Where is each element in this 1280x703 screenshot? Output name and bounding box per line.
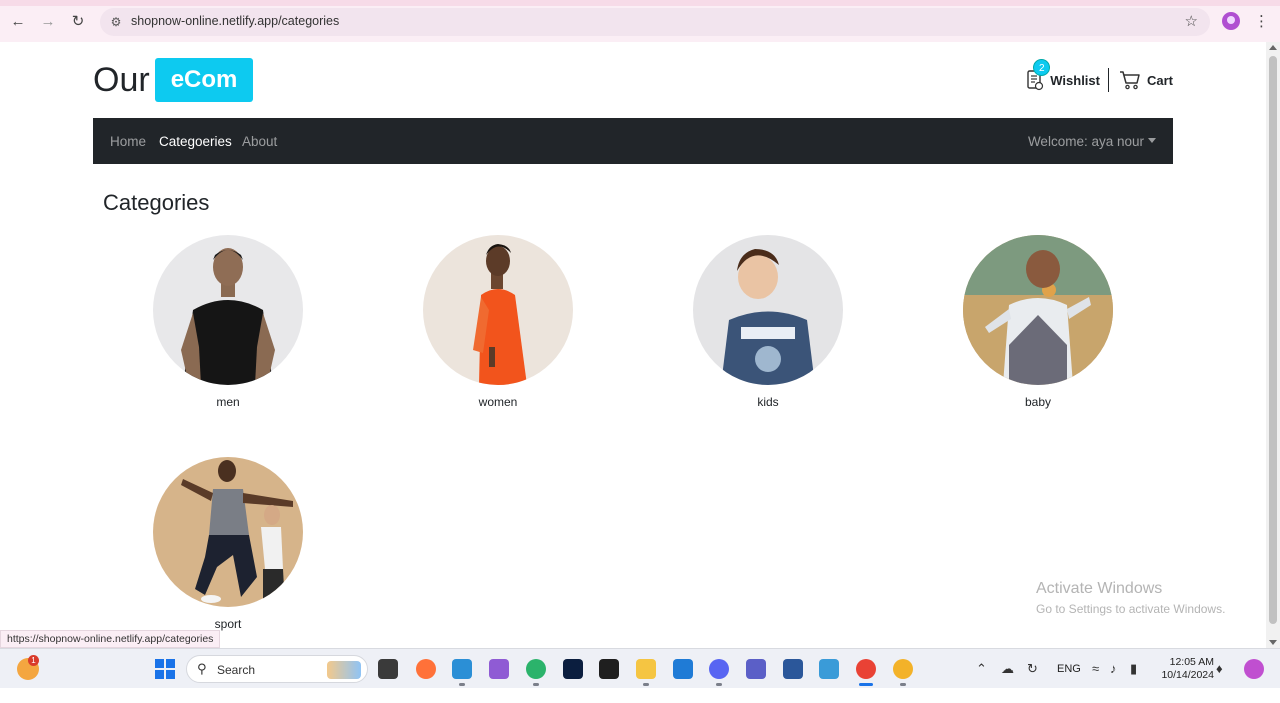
- running-indicator: [716, 683, 722, 686]
- category-image-kids[interactable]: [693, 235, 843, 385]
- scroll-up-icon[interactable]: [1269, 45, 1277, 50]
- category-image-men[interactable]: [153, 235, 303, 385]
- copilot-icon[interactable]: [1244, 659, 1264, 679]
- running-indicator: [459, 683, 465, 686]
- category-label[interactable]: kids: [693, 395, 843, 409]
- caret-down-icon: [1148, 138, 1156, 143]
- edge-icon[interactable]: [526, 659, 546, 679]
- file-explorer-icon[interactable]: [636, 659, 656, 679]
- header-actions: 2 Wishlist Cart: [1026, 59, 1173, 92]
- bookmark-star-icon[interactable]: ☆: [1185, 12, 1198, 30]
- wishlist-count-badge: 2: [1033, 59, 1051, 76]
- photoshop-icon[interactable]: [563, 659, 583, 679]
- tab-strip: [0, 0, 1280, 6]
- page-title: Categories: [103, 190, 210, 215]
- chevron-up-icon[interactable]: ⌃: [976, 661, 987, 677]
- nav-home[interactable]: Home: [110, 134, 146, 149]
- url-text[interactable]: shopnow-online.netlify.app/categories: [131, 14, 339, 28]
- page-viewport: Our eCom 2 Wishlist Cart Home Categoerie…: [0, 42, 1266, 648]
- browser-chrome: ← → ↻ ⚙ shopnow-online.netlify.app/categ…: [0, 0, 1280, 42]
- search-icon: ⚲: [197, 661, 207, 676]
- wishlist-link[interactable]: 2 Wishlist: [1026, 59, 1109, 92]
- watermark-title: Activate Windows: [1036, 580, 1163, 597]
- running-indicator: [643, 683, 649, 686]
- search-highlight-icon: [327, 661, 361, 679]
- notepad-icon[interactable]: [819, 659, 839, 679]
- category-image-baby[interactable]: [963, 235, 1113, 385]
- chrome-profile-icon[interactable]: [893, 659, 913, 679]
- category-card-men[interactable]: men: [153, 235, 303, 409]
- start-menu-icon[interactable]: [155, 659, 175, 679]
- link-status-bar: https://shopnow-online.netlify.app/categ…: [0, 630, 221, 648]
- cart-icon: [1119, 71, 1140, 90]
- category-label[interactable]: women: [423, 395, 573, 409]
- firefox-icon[interactable]: [416, 659, 436, 679]
- category-card-kids[interactable]: kids: [693, 235, 843, 409]
- main-navbar: Home Categoeries About Welcome: aya nour: [93, 118, 1173, 164]
- chrome-icon[interactable]: [856, 659, 876, 679]
- reload-icon[interactable]: ↻: [68, 11, 88, 31]
- category-card-baby[interactable]: baby: [963, 235, 1113, 409]
- notion-icon[interactable]: [599, 659, 619, 679]
- category-label[interactable]: baby: [963, 395, 1113, 409]
- mail-icon[interactable]: [673, 659, 693, 679]
- site-settings-icon[interactable]: ⚙: [108, 14, 124, 30]
- welcome-text: Welcome: aya nour: [1027, 134, 1144, 149]
- forward-icon[interactable]: →: [38, 11, 58, 31]
- search-label: Search: [217, 663, 256, 677]
- category-label[interactable]: men: [153, 395, 303, 409]
- profile-avatar[interactable]: [1222, 12, 1240, 30]
- nav-categories[interactable]: Categoeries: [159, 134, 232, 149]
- discord-icon[interactable]: [709, 659, 729, 679]
- active-indicator: [859, 683, 873, 686]
- notification-bell-icon[interactable]: ♦: [1216, 661, 1223, 676]
- user-menu-dropdown[interactable]: Welcome: aya nour: [1028, 134, 1156, 149]
- running-indicator: [533, 683, 539, 686]
- scroll-down-icon[interactable]: [1269, 640, 1277, 645]
- address-bar[interactable]: ⚙ shopnow-online.netlify.app/categories …: [100, 8, 1210, 36]
- system-clock[interactable]: 12:05 AM 10/14/2024: [1158, 656, 1214, 682]
- logo-badge: eCom: [154, 58, 254, 102]
- category-label[interactable]: sport: [153, 617, 303, 631]
- category-card-sport[interactable]: sport: [153, 457, 303, 631]
- wishlist-label: Wishlist: [1050, 72, 1100, 88]
- windows-taskbar: 1 ⚲ Search ⌃ ☁ ↻ ENG ≈ ♪ ▮ 12:05 AM 10/1…: [0, 648, 1280, 688]
- watermark-subtitle: Go to Settings to activate Windows.: [1036, 602, 1226, 616]
- back-icon[interactable]: ←: [8, 11, 28, 31]
- running-indicator: [900, 683, 906, 686]
- sync-icon[interactable]: ↻: [1027, 661, 1038, 677]
- word-icon[interactable]: [783, 659, 803, 679]
- weather-badge: 1: [28, 655, 39, 666]
- vscode-icon[interactable]: [452, 659, 472, 679]
- battery-icon[interactable]: ▮: [1130, 661, 1137, 677]
- browser-menu-icon[interactable]: ⋮: [1254, 12, 1269, 30]
- activate-windows-watermark: Activate Windows Go to Settings to activ…: [1036, 580, 1225, 616]
- language-indicator[interactable]: ENG: [1057, 663, 1081, 703]
- task-view-icon[interactable]: [378, 659, 398, 679]
- clock-date: 10/14/2024: [1161, 669, 1214, 681]
- cart-label: Cart: [1146, 72, 1173, 88]
- cart-link[interactable]: Cart: [1119, 70, 1173, 90]
- logo-text: Our: [93, 60, 150, 99]
- page-scrollbar[interactable]: [1266, 42, 1280, 648]
- volume-icon[interactable]: ♪: [1110, 661, 1117, 676]
- nav-about[interactable]: About: [242, 134, 277, 149]
- site-logo[interactable]: Our eCom: [93, 58, 254, 102]
- category-image-sport[interactable]: [153, 457, 303, 607]
- teams-icon[interactable]: [746, 659, 766, 679]
- clock-time: 12:05 AM: [1169, 656, 1214, 668]
- category-image-women[interactable]: [423, 235, 573, 385]
- visual-studio-icon[interactable]: [489, 659, 509, 679]
- category-card-women[interactable]: women: [423, 235, 573, 409]
- scrollbar-thumb[interactable]: [1269, 56, 1277, 624]
- wifi-icon[interactable]: ≈: [1092, 661, 1099, 676]
- taskbar-search[interactable]: ⚲ Search: [186, 655, 368, 683]
- cloud-icon[interactable]: ☁: [1001, 661, 1014, 677]
